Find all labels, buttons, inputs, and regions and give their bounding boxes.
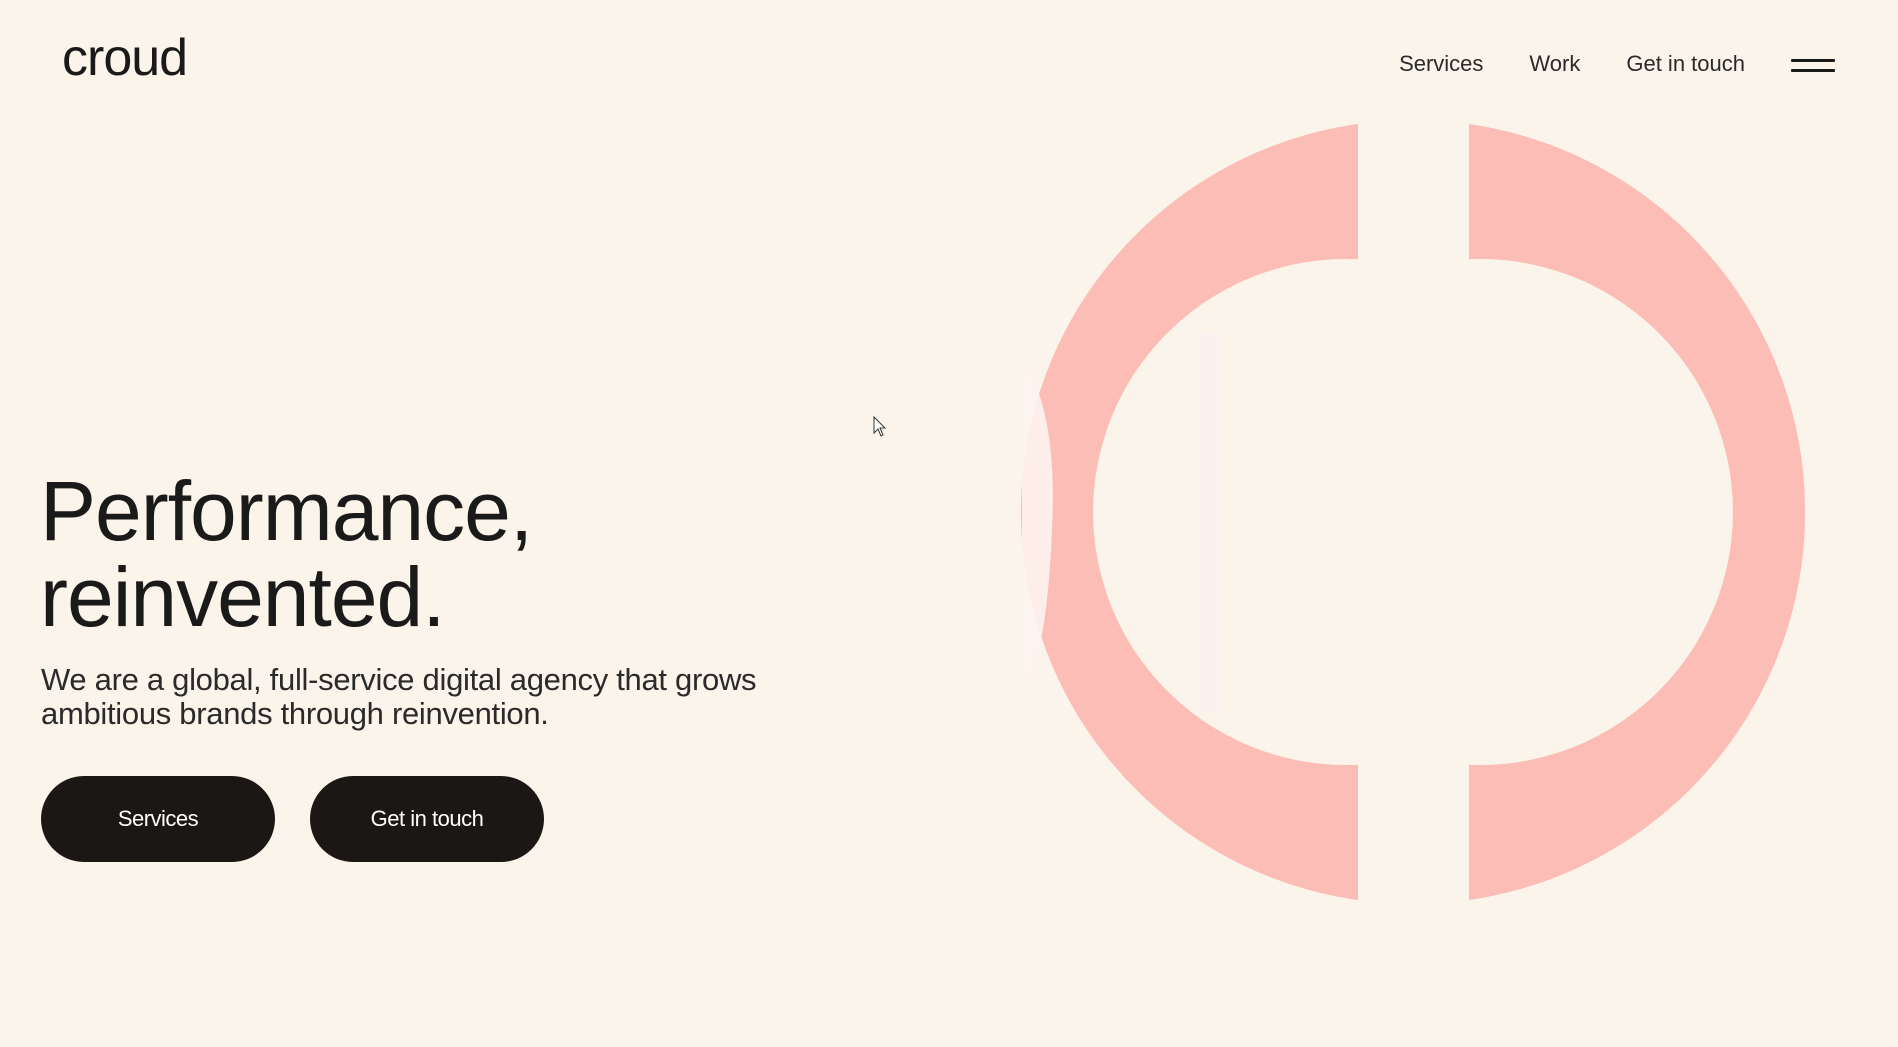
hero-subtitle: We are a global, full-service digital ag… [41,663,861,731]
hero-title: Performance, reinvented. [40,468,800,640]
hero-subtitle-line: ambitious brands through reinvention. [41,696,549,731]
homepage: croud Services Work Get in touch Perform… [0,0,1898,1047]
hero-title-line: Performance, [40,464,533,558]
nav-link-work[interactable]: Work [1529,50,1580,78]
hamburger-line [1791,69,1835,72]
mouse-cursor-icon [873,416,887,437]
nav-link-get-in-touch[interactable]: Get in touch [1626,50,1745,78]
services-button[interactable]: Services [41,776,275,862]
hero-title-line: reinvented. [40,550,446,644]
croud-logo[interactable]: croud [62,32,188,84]
nav-link-services[interactable]: Services [1399,50,1483,78]
ghost-shape [1198,332,1220,712]
get-in-touch-button[interactable]: Get in touch [310,776,544,862]
hamburger-line [1791,59,1835,62]
hamburger-menu-icon[interactable] [1791,54,1835,74]
c-ring-logo-graphic [1020,123,1805,901]
hero-subtitle-line: We are a global, full-service digital ag… [41,662,757,697]
top-navigation: Services Work Get in touch [1399,50,1835,78]
